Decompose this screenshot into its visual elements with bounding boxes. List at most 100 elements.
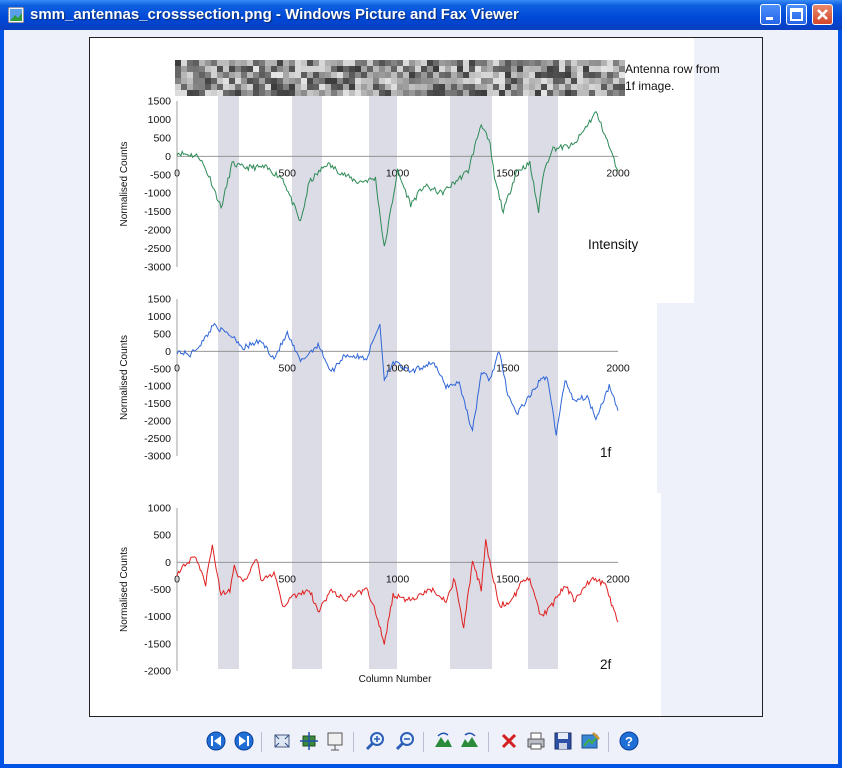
strip-pixel — [235, 60, 241, 66]
strip-pixel — [409, 90, 415, 96]
strip-pixel — [301, 90, 307, 96]
print-icon[interactable] — [525, 730, 547, 752]
strip-pixel — [217, 90, 223, 96]
strip-pixel — [211, 60, 217, 66]
strip-pixel — [193, 78, 199, 84]
strip-pixel — [535, 60, 541, 66]
delete-icon[interactable] — [498, 730, 520, 752]
strip-pixel — [535, 66, 541, 72]
strip-pixel — [337, 60, 343, 66]
strip-pixel — [493, 84, 499, 90]
strip-pixel — [589, 90, 595, 96]
strip-pixel — [439, 66, 445, 72]
strip-pixel — [391, 90, 397, 96]
strip-pixel — [445, 90, 451, 96]
strip-pixel — [607, 66, 613, 72]
strip-pixel — [457, 60, 463, 66]
strip-pixel — [355, 78, 361, 84]
rotate-counterclockwise-icon[interactable] — [459, 730, 481, 752]
help-icon[interactable]: ? — [618, 730, 640, 752]
save-icon[interactable] — [552, 730, 574, 752]
strip-pixel — [547, 60, 553, 66]
strip-pixel — [409, 60, 415, 66]
window-title: smm_antennas_crosssection.png - Windows … — [30, 6, 519, 23]
strip-pixel — [469, 72, 475, 78]
strip-pixel — [601, 90, 607, 96]
minimize-button[interactable] — [760, 4, 781, 25]
strip-pixel — [517, 84, 523, 90]
strip-pixel — [373, 72, 379, 78]
strip-pixel — [493, 60, 499, 66]
strip-pixel — [217, 66, 223, 72]
strip-pixel — [481, 60, 487, 66]
strip-pixel — [613, 78, 619, 84]
strip-pixel — [487, 60, 493, 66]
slideshow-icon[interactable] — [324, 730, 346, 752]
strip-pixel — [349, 78, 355, 84]
close-button[interactable] — [812, 4, 833, 25]
strip-pixel — [505, 66, 511, 72]
strip-pixel — [217, 78, 223, 84]
y-tick-label: -1000 — [144, 188, 171, 200]
strip-pixel — [241, 66, 247, 72]
y-tick-label: -2000 — [144, 666, 171, 678]
strip-pixel — [319, 84, 325, 90]
strip-pixel — [439, 72, 445, 78]
strip-pixel — [487, 84, 493, 90]
strip-pixel — [517, 60, 523, 66]
zoom-out-icon[interactable] — [394, 730, 416, 752]
x-tick-label: 500 — [278, 573, 296, 585]
x-tick-label: 2000 — [606, 573, 630, 585]
strip-pixel — [379, 60, 385, 66]
strip-pixel — [403, 78, 409, 84]
y-axis-title: Normalised Counts — [119, 335, 130, 420]
strip-pixel — [241, 78, 247, 84]
y-tick-label: 0 — [165, 557, 171, 569]
y-tick-label: 0 — [165, 346, 171, 358]
strip-pixel — [277, 90, 283, 96]
strip-pixel — [445, 72, 451, 78]
actual-size-icon[interactable] — [298, 730, 320, 752]
best-fit-icon[interactable] — [271, 730, 293, 752]
previous-image-icon[interactable] — [205, 730, 227, 752]
strip-pixel — [295, 90, 301, 96]
strip-pixel — [583, 78, 589, 84]
strip-pixel — [511, 84, 517, 90]
strip-pixel — [463, 60, 469, 66]
strip-pixel — [475, 90, 481, 96]
strip-pixel — [385, 60, 391, 66]
strip-pixel — [187, 60, 193, 66]
title-bar[interactable]: smm_antennas_crosssection.png - Windows … — [0, 0, 842, 30]
strip-pixel — [523, 72, 529, 78]
strip-pixel — [391, 60, 397, 66]
strip-pixel — [199, 84, 205, 90]
strip-pixel — [313, 78, 319, 84]
y-tick-label: 500 — [153, 530, 171, 542]
strip-pixel — [379, 78, 385, 84]
strip-pixel — [571, 72, 577, 78]
strip-pixel — [421, 90, 427, 96]
strip-pixel — [469, 84, 475, 90]
strip-pixel — [259, 78, 265, 84]
strip-pixel — [277, 84, 283, 90]
zoom-in-icon[interactable] — [364, 730, 386, 752]
strip-pixel — [607, 72, 613, 78]
next-image-icon[interactable] — [233, 730, 255, 752]
strip-pixel — [229, 84, 235, 90]
toolbar-separator — [261, 732, 262, 752]
strip-pixel — [565, 72, 571, 78]
x-tick-label: 0 — [174, 362, 180, 374]
strip-pixel — [349, 72, 355, 78]
strip-pixel — [295, 84, 301, 90]
strip-pixel — [313, 66, 319, 72]
strip-pixel — [487, 90, 493, 96]
strip-pixel — [577, 84, 583, 90]
strip-pixel — [499, 60, 505, 66]
strip-pixel — [517, 90, 523, 96]
rotate-clockwise-icon[interactable] — [432, 730, 454, 752]
edit-icon[interactable] — [579, 730, 601, 752]
strip-pixel — [253, 60, 259, 66]
strip-pixel — [451, 78, 457, 84]
maximize-button[interactable] — [786, 4, 807, 25]
strip-pixel — [613, 66, 619, 72]
